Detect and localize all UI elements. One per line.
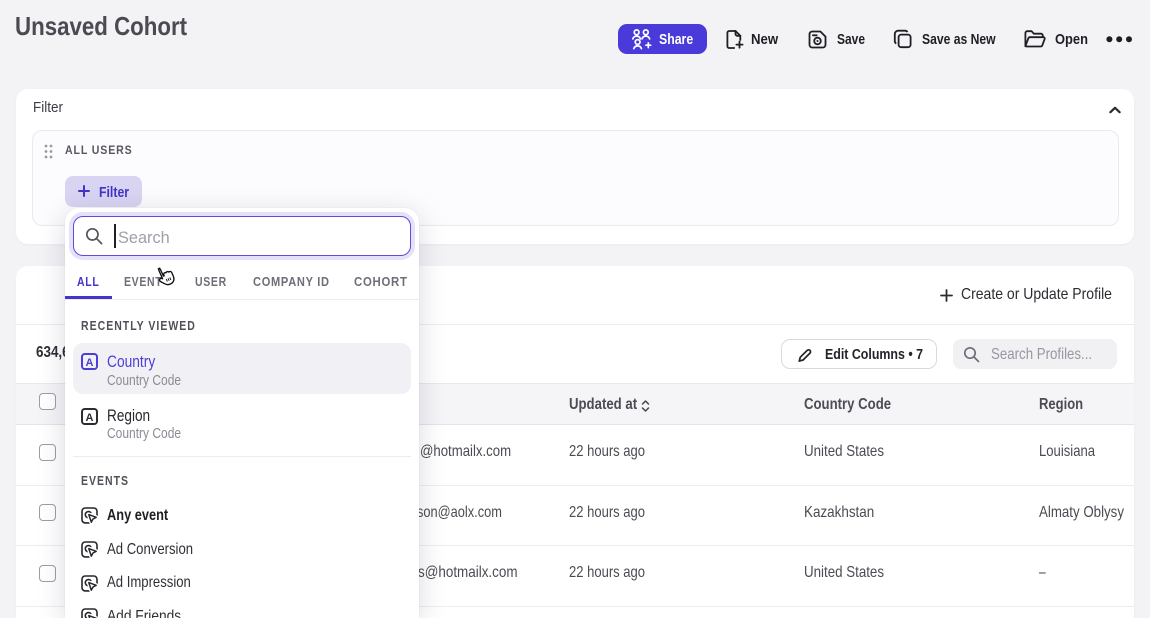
svg-text:A: A bbox=[86, 412, 94, 424]
svg-text:A: A bbox=[85, 357, 93, 369]
